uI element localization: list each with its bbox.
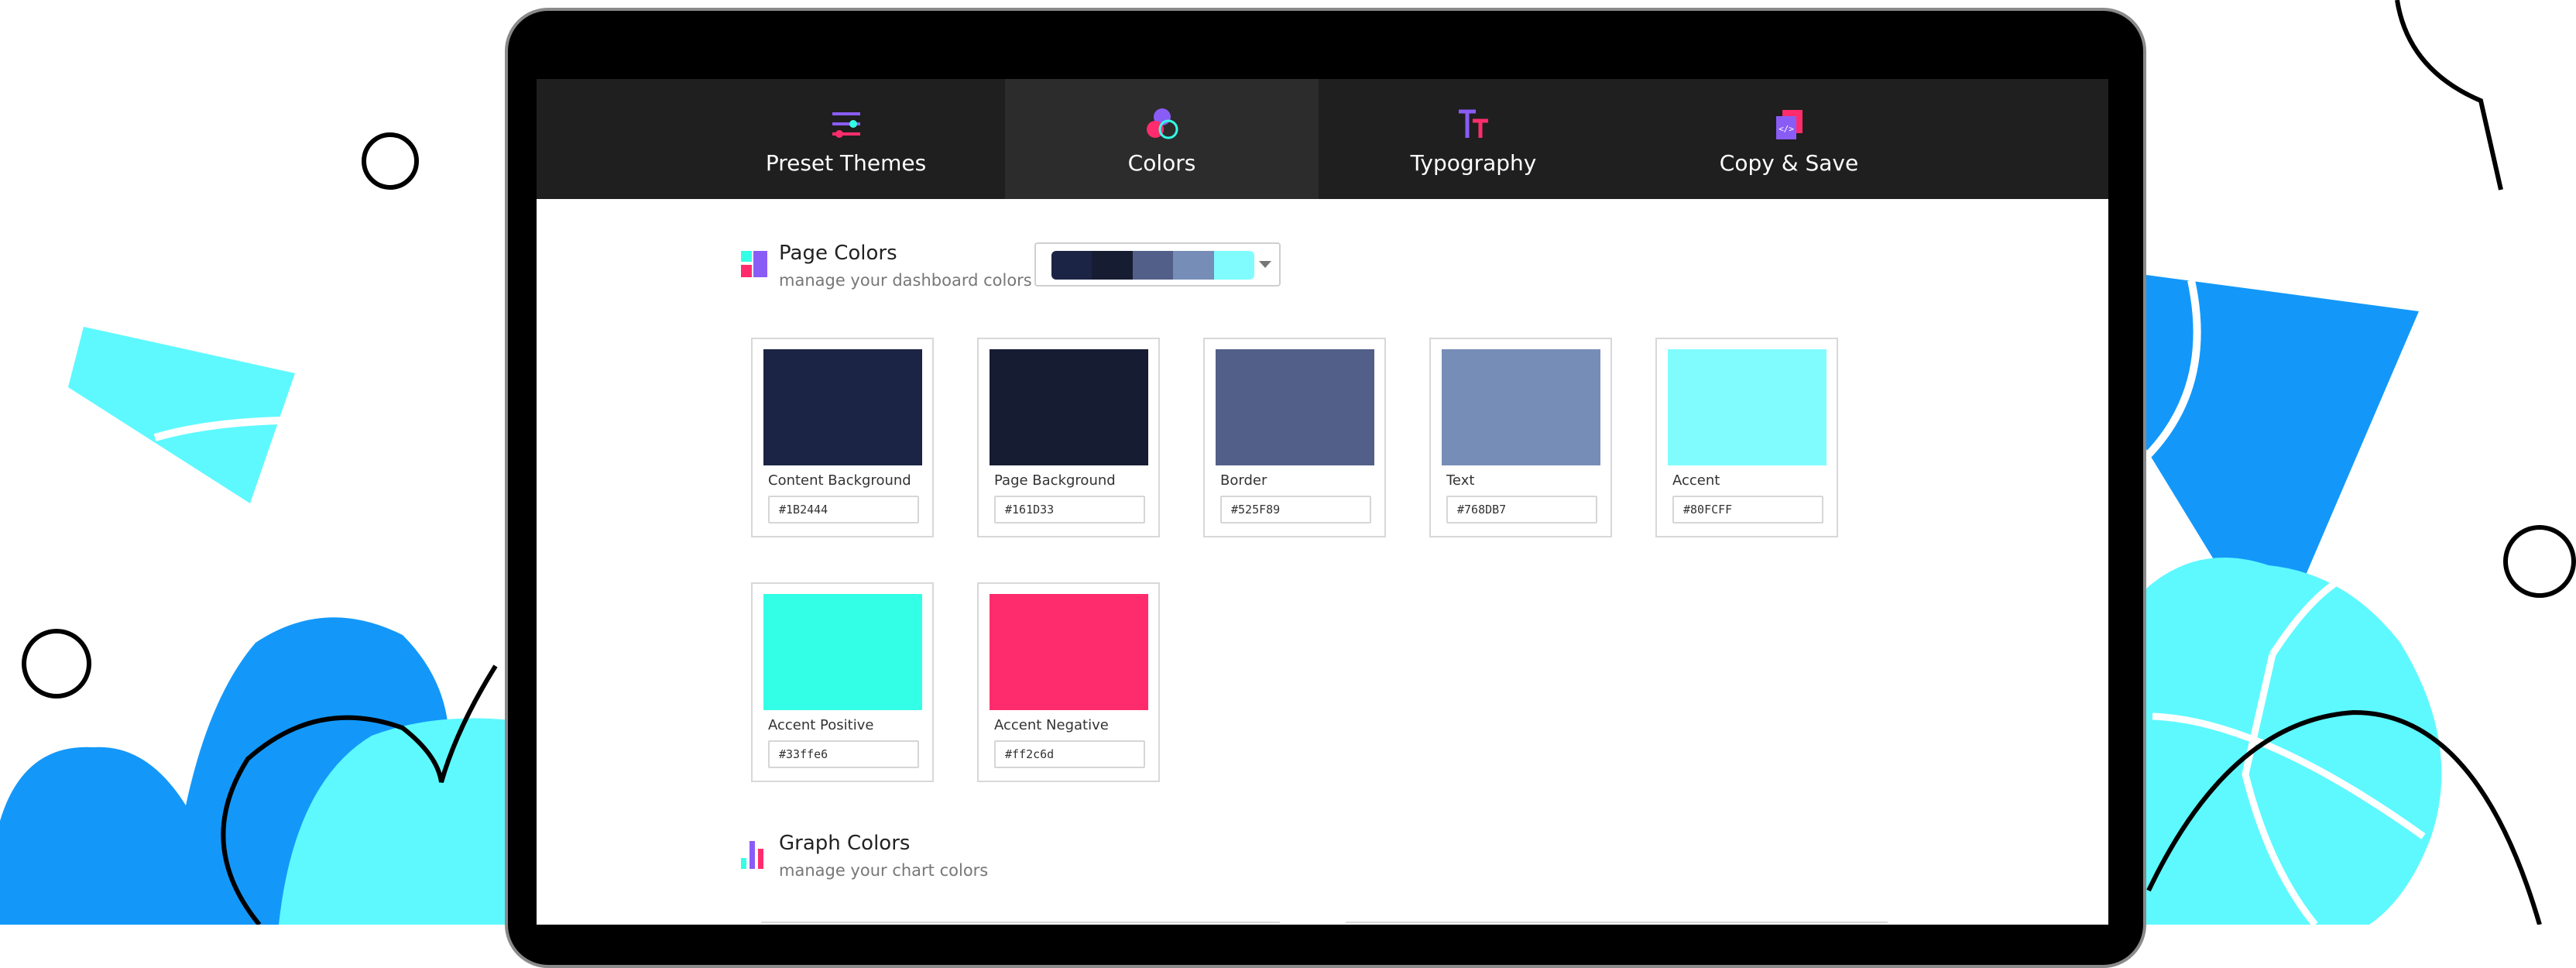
tab-copy-save-label: Copy & Save [1719, 150, 1859, 176]
sliders-icon [832, 112, 860, 138]
text-tt-icon [1459, 109, 1488, 138]
palette-swatch [1173, 251, 1214, 280]
hex-input[interactable] [994, 740, 1145, 768]
hex-input[interactable] [1220, 496, 1371, 523]
tab-colors-label: Colors [1127, 150, 1196, 176]
graph-colors-subtitle: manage your chart colors [779, 861, 989, 880]
hex-input[interactable] [768, 740, 919, 768]
page-colors-title: Page Colors [779, 242, 897, 265]
color-name: Accent [1672, 472, 1720, 489]
tab-preset-themes-label: Preset Themes [765, 150, 927, 176]
color-name: Text [1446, 472, 1475, 489]
color-swatch[interactable] [763, 594, 922, 710]
tab-typography[interactable]: Typography [1319, 79, 1628, 199]
color-card-page-background: Page Background [977, 338, 1160, 537]
chevron-down-icon [1259, 261, 1271, 268]
palette-swatch [1092, 251, 1133, 280]
hex-input[interactable] [994, 496, 1145, 523]
page-colors-subtitle: manage your dashboard colors [779, 271, 1032, 290]
color-name: Border [1220, 472, 1267, 489]
color-swatch[interactable] [763, 349, 922, 465]
hex-input[interactable] [1672, 496, 1823, 523]
palette-swatch [1132, 251, 1174, 280]
graph-colors-icon [741, 841, 763, 869]
palette-dropdown[interactable] [1034, 242, 1281, 287]
color-swatch[interactable] [1668, 349, 1827, 465]
color-card-content-background: Content Background [751, 338, 934, 537]
app-screen: Preset Themes Colors Typography </> Copy… [537, 79, 2108, 925]
color-swatch[interactable] [990, 594, 1148, 710]
hex-input[interactable] [768, 496, 919, 523]
code-copy-icon: </> [1775, 110, 1803, 139]
hex-input[interactable] [1446, 496, 1597, 523]
color-swatch[interactable] [990, 349, 1148, 465]
color-card-text: Text [1429, 338, 1612, 537]
graph-card-top-edge [761, 922, 1280, 923]
palette-swatch [1051, 251, 1092, 280]
tab-preset-themes[interactable]: Preset Themes [691, 79, 1000, 199]
graph-colors-title: Graph Colors [779, 832, 911, 855]
circle-outline-3 [2503, 525, 2576, 598]
color-card-accent: Accent [1655, 338, 1838, 537]
color-swatch[interactable] [1442, 349, 1600, 465]
color-swatch[interactable] [1216, 349, 1374, 465]
tab-copy-save[interactable]: </> Copy & Save [1632, 79, 1946, 199]
color-circles-icon [1146, 108, 1178, 139]
circle-outline-2 [22, 629, 91, 699]
circle-outline-1 [362, 132, 419, 190]
color-card-accent-negative: Accent Negative [977, 582, 1160, 782]
left-cyan-triangle [68, 327, 295, 503]
tab-colors[interactable]: Colors [1005, 79, 1319, 199]
color-name: Content Background [768, 472, 911, 489]
color-card-border: Border [1203, 338, 1386, 537]
svg-text:</>: </> [1779, 124, 1794, 134]
color-name: Accent Negative [994, 717, 1109, 733]
color-name: Page Background [994, 472, 1116, 489]
color-card-accent-positive: Accent Positive [751, 582, 934, 782]
color-name: Accent Positive [768, 717, 874, 733]
graph-card-top-edge [1346, 922, 1888, 923]
page-colors-icon [741, 251, 767, 277]
palette-preview [1051, 251, 1254, 280]
tab-bar: Preset Themes Colors Typography </> Copy… [537, 79, 2108, 199]
tab-typography-label: Typography [1410, 150, 1537, 176]
right-top-hook [2395, 0, 2503, 191]
palette-swatch [1213, 251, 1254, 280]
right-cyan-blob [2146, 558, 2442, 925]
